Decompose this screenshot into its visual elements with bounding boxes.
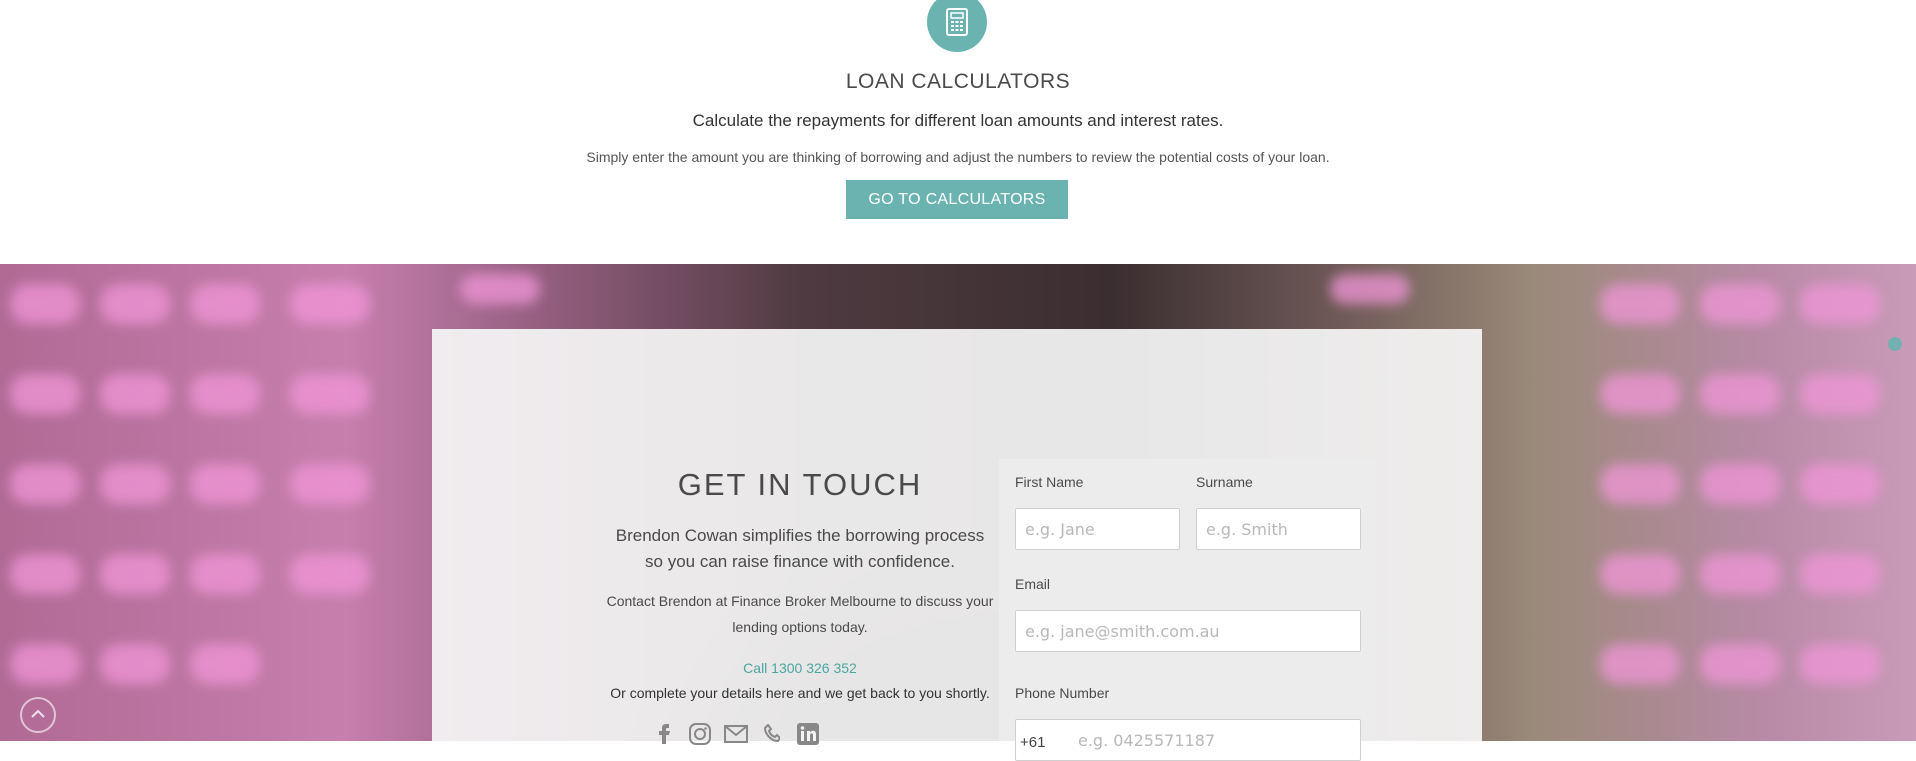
email-label: Email — [1015, 576, 1051, 592]
calculator-icon — [927, 0, 987, 52]
call-phone-link[interactable]: Call 1300 326 352 — [537, 660, 1063, 676]
contact-description-line-2: lending options today. — [732, 619, 868, 635]
complete-details-text: Or complete your details here and we get… — [610, 685, 990, 701]
contact-description: Contact Brendon at Finance Broker Melbou… — [527, 588, 1073, 640]
chevron-up-icon — [31, 706, 45, 724]
calculators-title: LOAN CALCULATORS — [845, 70, 1071, 93]
contact-card: GET IN TOUCH Brendon Cowan simplifies th… — [432, 329, 1482, 761]
social-icons-row — [652, 723, 820, 745]
calculators-description: Simply enter the amount you are thinking… — [586, 149, 1330, 165]
first-name-input[interactable] — [1015, 508, 1180, 550]
instagram-icon[interactable] — [688, 722, 712, 746]
contact-lead-line-1: Brendon Cowan simplifies the borrowing p… — [615, 526, 985, 545]
floating-dot-indicator — [1888, 337, 1902, 351]
facebook-icon[interactable] — [652, 722, 676, 746]
calculators-subtitle: Calculate the repayments for different l… — [692, 111, 1224, 130]
contact-lead-line-2: so you can raise finance with confidence… — [645, 552, 955, 571]
contact-description-line-1: Contact Brendon at Finance Broker Melbou… — [606, 593, 994, 609]
phone-number-input[interactable] — [1015, 719, 1361, 761]
surname-label: Surname — [1196, 474, 1253, 490]
surname-input[interactable] — [1196, 508, 1361, 550]
phone-country-prefix[interactable]: +61 — [1020, 734, 1045, 751]
email-icon[interactable] — [724, 722, 748, 746]
linkedin-icon[interactable] — [796, 722, 820, 746]
contact-form: First Name Surname Email Phone Number +6… — [999, 459, 1376, 761]
email-input[interactable] — [1015, 610, 1361, 652]
scroll-to-top-button[interactable] — [20, 697, 56, 733]
first-name-label: First Name — [1015, 474, 1084, 490]
go-to-calculators-button[interactable]: GO TO CALCULATORS — [846, 180, 1068, 219]
contact-lead-text: Brendon Cowan simplifies the borrowing p… — [537, 523, 1063, 575]
phone-number-label: Phone Number — [1015, 685, 1110, 701]
get-in-touch-title: GET IN TOUCH — [677, 467, 923, 502]
phone-icon[interactable] — [760, 722, 784, 746]
loan-calculators-section: LOAN CALCULATORS Calculate the repayment… — [0, 0, 1916, 264]
